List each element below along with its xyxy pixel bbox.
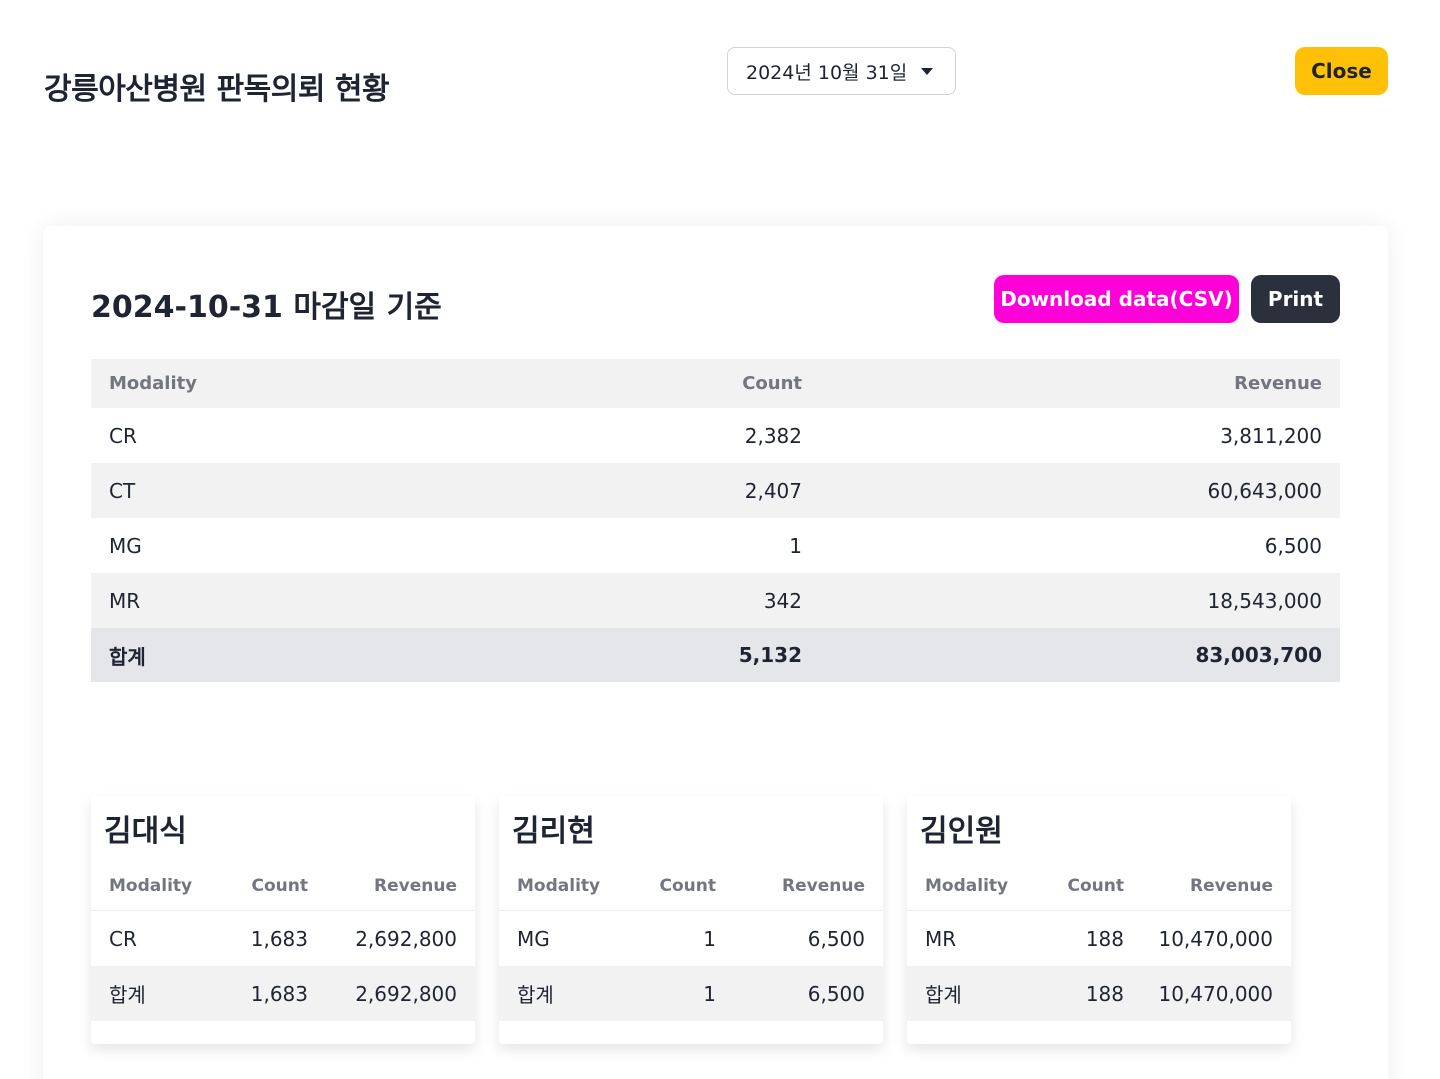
column-header-revenue: Revenue	[1234, 373, 1322, 394]
cell-modality: MR	[925, 926, 957, 951]
column-header-count: Count	[742, 373, 802, 394]
cell-revenue: 2,692,800	[355, 926, 457, 951]
report-card: 2024-10-31 마감일 기준 Download data(CSV) Pri…	[43, 226, 1388, 1079]
table-row: MR 342 18,543,000	[91, 573, 1340, 628]
download-csv-button[interactable]: Download data(CSV)	[994, 275, 1239, 323]
table-total-row: 합계 188 10,470,000	[907, 966, 1291, 1021]
cell-revenue: 3,811,200	[1220, 423, 1322, 448]
doctor-card: 김인원 Modality Count Revenue MR 188 10,470…	[907, 796, 1291, 1044]
column-header-count: Count	[251, 876, 309, 896]
cell-total-count: 188	[1085, 981, 1124, 1006]
table-header-row: Modality Count Revenue	[907, 862, 1291, 911]
column-header-count: Count	[659, 876, 717, 896]
cell-total-revenue: 6,500	[807, 981, 865, 1006]
column-header-modality: Modality	[109, 876, 193, 896]
cell-revenue: 18,543,000	[1207, 588, 1322, 613]
column-header-count: Count	[1067, 876, 1125, 896]
date-select-value: 2024년 10월 31일	[746, 61, 908, 84]
doctor-name: 김리현	[512, 814, 595, 849]
cell-modality: CR	[109, 926, 137, 951]
cell-count: 2,382	[744, 423, 802, 448]
cell-total-revenue: 10,470,000	[1158, 981, 1273, 1006]
cell-revenue: 6,500	[807, 926, 865, 951]
date-select[interactable]: 2024년 10월 31일	[727, 47, 956, 95]
cell-total-label: 합계	[109, 983, 146, 1007]
cell-total-label: 합계	[517, 983, 554, 1007]
doctor-card: 김리현 Modality Count Revenue MG 1 6,500 합계…	[499, 796, 883, 1044]
report-heading: 2024-10-31 마감일 기준	[91, 290, 442, 325]
cell-count: 1,683	[250, 926, 308, 951]
caret-down-icon	[921, 67, 934, 75]
table-total-row: 합계 1 6,500	[499, 966, 883, 1021]
table-row: MG 1 6,500	[91, 518, 1340, 573]
table-header-row: Modality Count Revenue	[499, 862, 883, 911]
cell-total-revenue: 2,692,800	[355, 981, 457, 1006]
column-header-revenue: Revenue	[374, 876, 457, 896]
table-row: CR 2,382 3,811,200	[91, 408, 1340, 463]
cell-count: 342	[763, 588, 802, 613]
print-button[interactable]: Print	[1251, 275, 1340, 323]
cell-revenue: 10,470,000	[1158, 926, 1273, 951]
cell-total-count: 1	[703, 981, 716, 1006]
doctor-table: Modality Count Revenue MR 188 10,470,000…	[907, 862, 1291, 1021]
table-row: CT 2,407 60,643,000	[91, 463, 1340, 518]
cell-count: 2,407	[744, 478, 802, 503]
doctor-table: Modality Count Revenue MG 1 6,500 합계 1 6…	[499, 862, 883, 1021]
table-row: MG 1 6,500	[499, 911, 883, 966]
close-button[interactable]: Close	[1295, 47, 1388, 95]
cell-modality: MG	[517, 926, 550, 951]
cell-modality: CR	[109, 423, 137, 448]
table-header-row: Modality Count Revenue	[91, 862, 475, 911]
table-header-row: Modality Count Revenue	[91, 359, 1340, 408]
column-header-revenue: Revenue	[1190, 876, 1273, 896]
column-header-modality: Modality	[925, 876, 1009, 896]
column-header-revenue: Revenue	[782, 876, 865, 896]
cell-total-label: 합계	[925, 983, 962, 1007]
cell-total-revenue: 83,003,700	[1195, 643, 1322, 667]
doctor-table: Modality Count Revenue CR 1,683 2,692,80…	[91, 862, 475, 1021]
cell-total-count: 5,132	[738, 643, 802, 667]
cell-revenue: 60,643,000	[1207, 478, 1322, 503]
column-header-modality: Modality	[109, 373, 197, 394]
cell-count: 1	[703, 926, 716, 951]
column-header-modality: Modality	[517, 876, 601, 896]
table-total-row: 합계 1,683 2,692,800	[91, 966, 475, 1021]
cell-total-count: 1,683	[250, 981, 308, 1006]
cell-revenue: 6,500	[1264, 533, 1322, 558]
doctor-name: 김대식	[104, 814, 187, 849]
cell-total-label: 합계	[109, 644, 146, 669]
doctor-card: 김대식 Modality Count Revenue CR 1,683 2,69…	[91, 796, 475, 1044]
cell-modality: CT	[109, 478, 136, 503]
table-row: CR 1,683 2,692,800	[91, 911, 475, 966]
summary-table: Modality Count Revenue CR 2,382 3,811,20…	[91, 359, 1340, 682]
table-total-row: 합계 5,132 83,003,700	[91, 628, 1340, 682]
cell-modality: MR	[109, 588, 141, 613]
table-row: MR 188 10,470,000	[907, 911, 1291, 966]
page-title: 강릉아산병원 판독의뢰 현황	[44, 72, 390, 107]
doctor-name: 김인원	[920, 814, 1003, 849]
cell-count: 188	[1085, 926, 1124, 951]
cell-modality: MG	[109, 533, 142, 558]
cell-count: 1	[789, 533, 802, 558]
